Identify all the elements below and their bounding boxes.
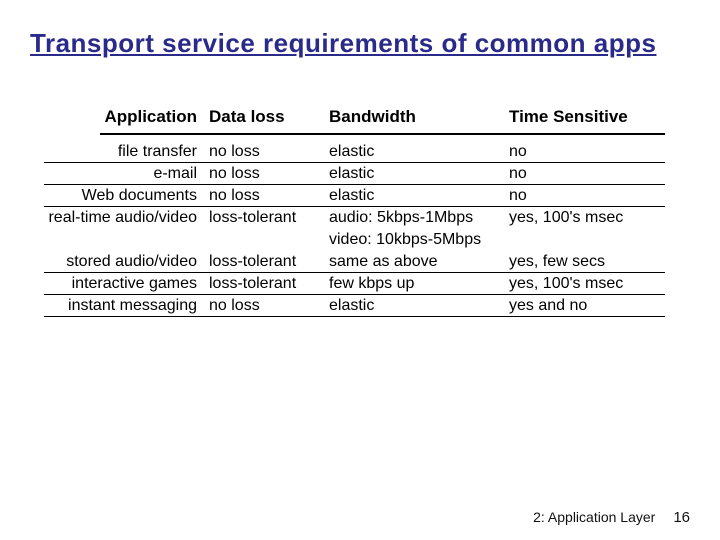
cell-app: instant messaging	[44, 295, 205, 317]
slide-title: Transport service requirements of common…	[30, 28, 690, 59]
cell-time: yes, 100's msec	[505, 207, 665, 229]
cell-loss	[205, 229, 325, 251]
cell-time	[505, 229, 665, 251]
col-application: Application file transfer e-mail Web doc…	[30, 103, 205, 317]
th-application: Application	[100, 103, 205, 135]
cell-loss: loss-tolerant	[205, 207, 325, 229]
cell-app: file transfer	[44, 141, 205, 163]
col-bandwidth: Bandwidth elastic elastic elastic audio:…	[325, 103, 505, 317]
cell-app: stored audio/video	[44, 251, 205, 273]
cell-bw: video: 10kbps-5Mbps	[325, 229, 505, 251]
cell-loss: no loss	[205, 141, 325, 163]
cell-app: e-mail	[44, 163, 205, 185]
cells-dataloss: no loss no loss no loss loss-tolerant lo…	[205, 135, 325, 317]
slide: Transport service requirements of common…	[0, 0, 720, 540]
cell-app: real-time audio/video	[44, 207, 205, 229]
col-timesensitive: Time Sensitive no no no yes, 100's msec …	[505, 103, 665, 317]
cell-bw: elastic	[325, 185, 505, 207]
cell-bw: elastic	[325, 163, 505, 185]
cell-time: no	[505, 185, 665, 207]
requirements-table: Application file transfer e-mail Web doc…	[30, 103, 690, 317]
cell-loss: loss-tolerant	[205, 251, 325, 273]
footer-page-number: 16	[673, 509, 690, 526]
cell-loss: loss-tolerant	[205, 273, 325, 295]
cells-bandwidth: elastic elastic elastic audio: 5kbps-1Mb…	[325, 135, 505, 317]
cell-bw: same as above	[325, 251, 505, 273]
cell-time: yes and no	[505, 295, 665, 317]
cell-loss: no loss	[205, 295, 325, 317]
cell-app: interactive games	[44, 273, 205, 295]
th-bandwidth: Bandwidth	[325, 103, 505, 135]
cell-app	[44, 229, 205, 251]
th-timesensitive: Time Sensitive	[505, 103, 665, 135]
cell-bw: audio: 5kbps-1Mbps	[325, 207, 505, 229]
cell-bw: elastic	[325, 295, 505, 317]
cell-time: yes, 100's msec	[505, 273, 665, 295]
cells-application: file transfer e-mail Web documents real-…	[44, 135, 205, 317]
cell-bw: few kbps up	[325, 273, 505, 295]
cell-time: yes, few secs	[505, 251, 665, 273]
cell-app: Web documents	[44, 185, 205, 207]
cell-time: no	[505, 163, 665, 185]
th-dataloss: Data loss	[205, 103, 325, 135]
footer-chapter: 2: Application Layer	[533, 509, 655, 525]
cell-loss: no loss	[205, 185, 325, 207]
cells-timesensitive: no no no yes, 100's msec yes, few secs y…	[505, 135, 665, 317]
slide-footer: 2: Application Layer 16	[533, 509, 690, 526]
col-dataloss: Data loss no loss no loss no loss loss-t…	[205, 103, 325, 317]
cell-loss: no loss	[205, 163, 325, 185]
cell-bw: elastic	[325, 141, 505, 163]
cell-time: no	[505, 141, 665, 163]
